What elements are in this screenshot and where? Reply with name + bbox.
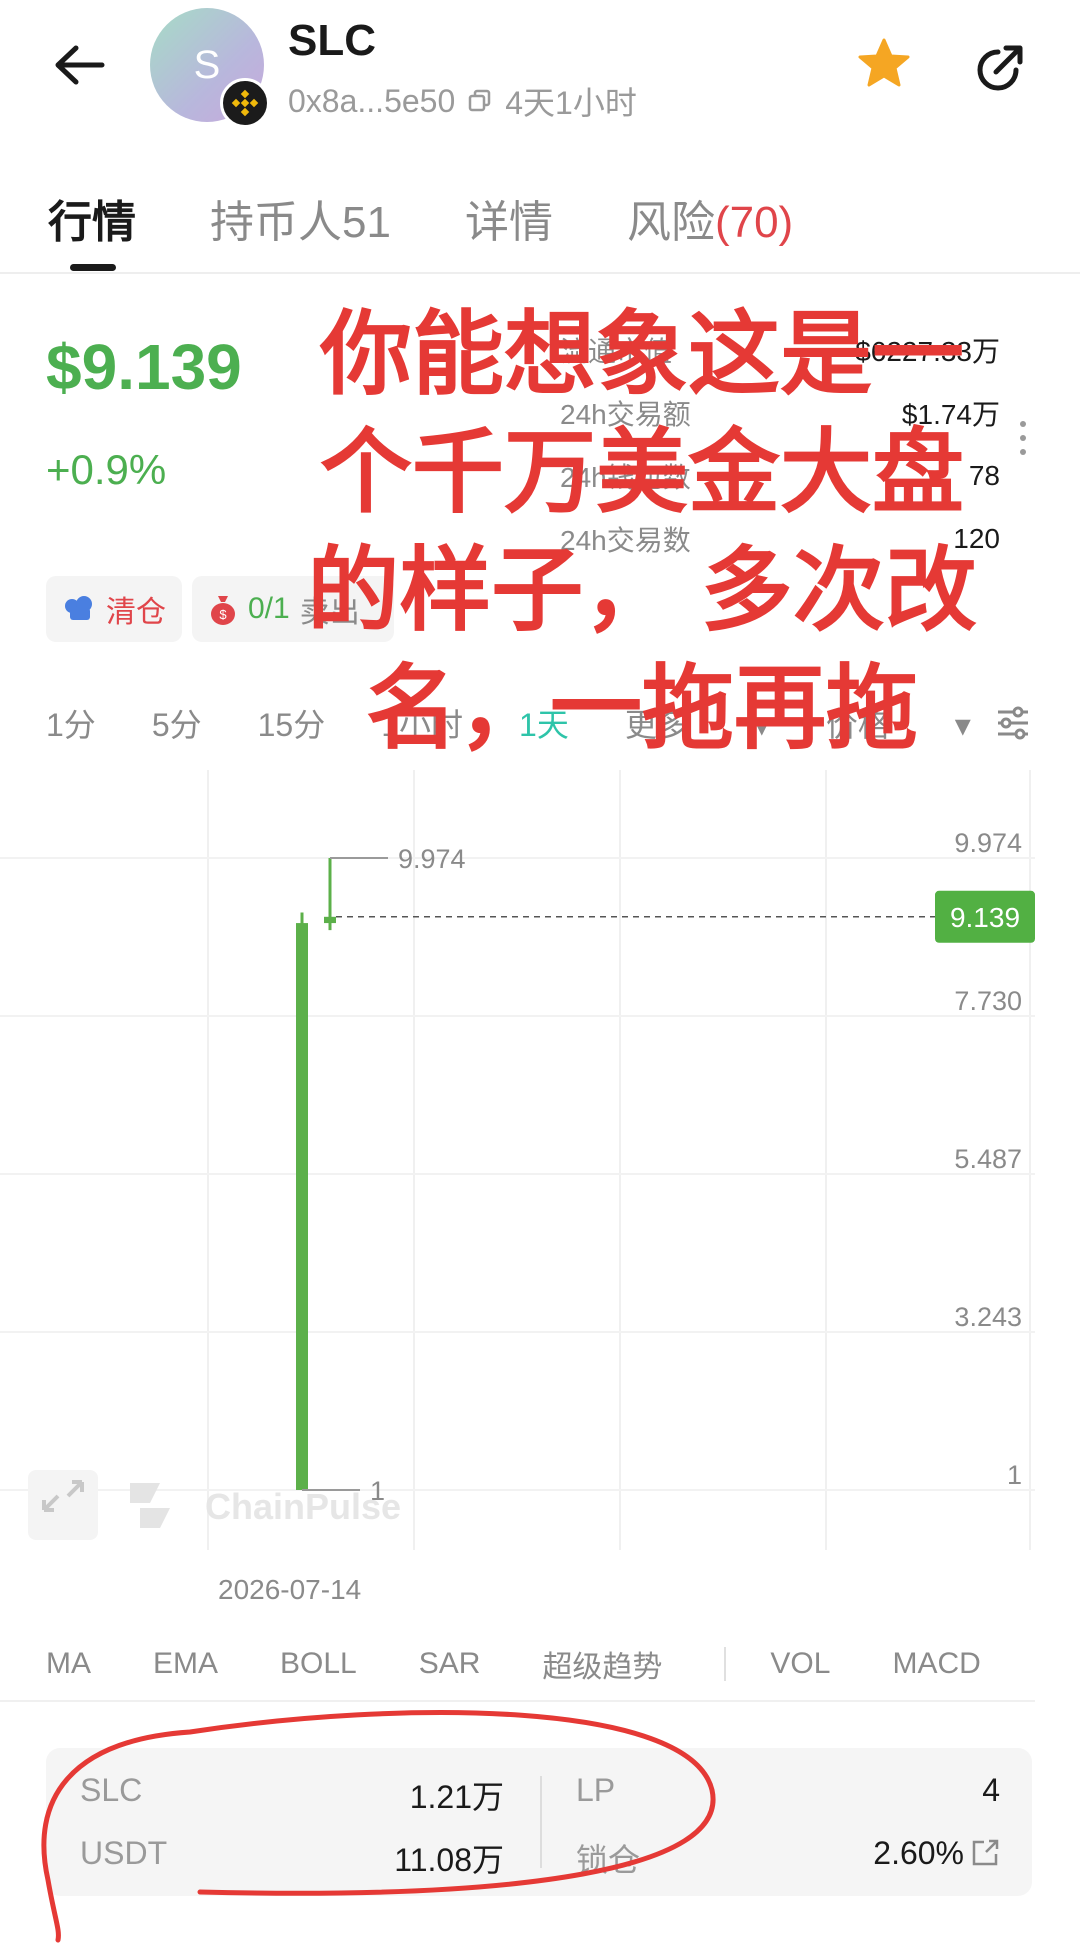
token-subline: 0x8a...5e50 4天1小时 [288, 78, 637, 124]
y-tick-label: 5.487 [954, 1144, 1022, 1174]
bnb-chain-icon [220, 78, 270, 128]
price-change: +0.9% [46, 446, 167, 493]
divider [724, 1647, 727, 1681]
money-bag-icon: $ [211, 596, 235, 625]
lp-count-label: LP [576, 1772, 616, 1808]
divider [0, 272, 1080, 274]
chef-hat-icon [65, 596, 92, 620]
lp-quote-value: 11.08万 [394, 1842, 504, 1878]
tab-details[interactable]: 详情 [465, 186, 553, 247]
y-tick-label: 9.974 [954, 828, 1022, 858]
chart-x-label: 2026-07-14 [218, 1574, 362, 1605]
liquidity-panel [46, 1748, 1032, 1896]
clear-position-button[interactable]: 清仓 [46, 576, 182, 642]
current-price: $9.139 [46, 331, 242, 403]
external-link-icon[interactable] [970, 1838, 1000, 1873]
lock-label: 锁仓 [576, 1842, 641, 1878]
token-age: 4天1小时 [505, 85, 637, 121]
indicator-vol[interactable]: VOL [770, 1647, 830, 1681]
back-button[interactable] [50, 40, 110, 90]
tab-bar: 行情 持币人51 详情 风险(70) [48, 186, 794, 247]
fullscreen-button[interactable] [28, 1470, 98, 1540]
indicator-ma[interactable]: MA [46, 1647, 91, 1681]
indicator-sar[interactable]: SAR [419, 1647, 481, 1681]
more-vertical-icon[interactable] [1018, 418, 1028, 458]
lp-token-label: SLC [80, 1772, 143, 1808]
copy-icon[interactable] [467, 88, 493, 114]
current-price-tag-label: 9.139 [950, 902, 1020, 933]
indicator-bar: MA EMA BOLL SAR 超级趋势 VOL MACD [46, 1642, 1043, 1686]
indicator-macd[interactable]: MACD [892, 1647, 980, 1681]
active-tab-indicator [70, 264, 116, 271]
indicator-ema[interactable]: EMA [153, 1647, 218, 1681]
lp-quote-label: USDT [80, 1835, 168, 1871]
arrow-left-icon [55, 45, 105, 85]
watermark: ChainPulse [28, 1470, 401, 1540]
token-name: SLC [288, 16, 376, 65]
contract-address: 0x8a...5e50 [288, 82, 456, 119]
lock-value: 2.60% [873, 1835, 964, 1871]
svg-text:$: $ [219, 607, 227, 622]
y-tick-label: 7.730 [954, 986, 1022, 1016]
risk-count: (70) [714, 198, 794, 247]
tab-risk[interactable]: 风险(70) [627, 186, 794, 247]
lp-token-value: 1.21万 [409, 1779, 504, 1815]
annotation-overlay: 你能想象这是一 个千万美金大盘 的样子， 多次改 名，一拖再拖 [307, 304, 977, 760]
watermark-text: ChainPulse [205, 1486, 401, 1527]
indicator-boll[interactable]: BOLL [280, 1647, 357, 1681]
divider [0, 1700, 1035, 1702]
candle-body [324, 916, 336, 924]
price-chart[interactable]: 9.9747.7305.4873.24319.97419.139 ChainPu… [0, 770, 1035, 1560]
favorite-star-icon[interactable] [856, 36, 912, 92]
high-marker-label: 9.974 [398, 844, 466, 874]
interval-1m[interactable]: 1分 [46, 700, 96, 746]
y-tick-label: 3.243 [954, 1302, 1022, 1332]
indicator-supertrend[interactable]: 超级趋势 [542, 1642, 662, 1686]
divider [540, 1776, 542, 1868]
y-tick-label: 1 [1007, 1460, 1022, 1490]
tab-market[interactable]: 行情 [48, 186, 136, 247]
lp-count-value: 4 [982, 1772, 1000, 1808]
interval-5m[interactable]: 5分 [152, 700, 202, 746]
share-icon[interactable] [972, 40, 1028, 96]
candle-body [296, 923, 308, 1490]
tab-holders[interactable]: 持币人51 [210, 186, 391, 247]
